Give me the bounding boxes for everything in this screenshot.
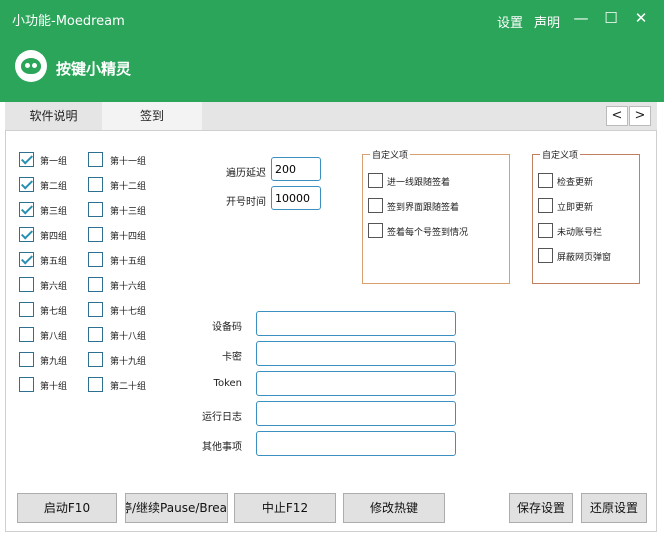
group-checkbox[interactable]: [88, 277, 103, 292]
group-checkbox[interactable]: [19, 327, 34, 342]
group-checkbox[interactable]: [19, 277, 34, 292]
group-checkbox-label: 第七组: [40, 307, 68, 317]
group-checkbox[interactable]: [19, 202, 34, 217]
option-checkbox-label: 未动账号栏: [557, 228, 603, 238]
group-checkbox-label: 第八组: [40, 332, 68, 342]
group-checkbox[interactable]: [19, 352, 34, 367]
option-checkbox-label: 签到界面跟随签着: [387, 203, 460, 213]
group-checkbox-label: 第十五组: [110, 257, 147, 267]
group-checkbox[interactable]: [88, 302, 103, 317]
field-label: 运行日志: [202, 412, 242, 423]
option-checkbox-label: 屏蔽网页弹窗: [557, 253, 612, 263]
option-checkbox[interactable]: [538, 248, 553, 263]
group-checkbox[interactable]: [19, 227, 34, 242]
option-checkbox[interactable]: [538, 223, 553, 238]
option-checkbox[interactable]: [368, 223, 383, 238]
group-checkbox-label: 第十七组: [110, 307, 147, 317]
group-checkbox-label: 第十一组: [110, 157, 147, 167]
group-checkbox-label: 第三组: [40, 207, 68, 217]
group-checkbox[interactable]: [88, 152, 103, 167]
group-checkbox-label: 第十六组: [110, 282, 147, 292]
group-checkbox-label: 第十三组: [110, 207, 147, 217]
group-checkbox[interactable]: [88, 227, 103, 242]
option-checkbox[interactable]: [538, 198, 553, 213]
field-input[interactable]: [256, 371, 456, 396]
group-checkbox[interactable]: [19, 177, 34, 192]
tab-signin[interactable]: 签到: [102, 102, 202, 130]
logo-eye-right: [32, 63, 37, 68]
tab-next-button[interactable]: >: [629, 106, 651, 126]
field-input[interactable]: [256, 311, 456, 336]
group-checkbox[interactable]: [88, 352, 103, 367]
group-checkbox[interactable]: [88, 202, 103, 217]
open-time-input[interactable]: [271, 186, 321, 210]
field-input[interactable]: [256, 341, 456, 366]
tab-software-info[interactable]: 软件说明: [5, 102, 102, 130]
restore-settings-button[interactable]: 还原设置: [581, 493, 647, 523]
delay-label: 遍历延迟: [226, 168, 266, 179]
group-checkbox-label: 第五组: [40, 257, 68, 267]
option-checkbox[interactable]: [368, 173, 383, 188]
group-checkbox[interactable]: [88, 252, 103, 267]
group-checkbox-label: 第十组: [40, 382, 68, 392]
option-checkbox-label: 检查更新: [557, 178, 594, 188]
field-label: 其他事项: [202, 442, 242, 453]
field-input[interactable]: [256, 401, 456, 426]
field-label: Token: [213, 378, 242, 389]
group-checkbox[interactable]: [19, 152, 34, 167]
stop-button[interactable]: 中止F12: [234, 493, 336, 523]
group-checkbox-label: 第九组: [40, 357, 68, 367]
group-checkbox[interactable]: [19, 377, 34, 392]
start-button[interactable]: 启动F10: [17, 493, 117, 523]
group-checkbox[interactable]: [88, 177, 103, 192]
logo-face: [21, 58, 41, 74]
minimize-icon[interactable]: —: [570, 9, 592, 27]
group-checkbox-label: 第十四组: [110, 232, 147, 242]
logo-eye-left: [25, 63, 30, 68]
tab-prev-button[interactable]: <: [606, 106, 628, 126]
pause-resume-button[interactable]: 暂停/继续Pause/Break: [125, 493, 228, 523]
group-checkbox-label: 第十二组: [110, 182, 147, 192]
option-checkbox-label: 立即更新: [557, 203, 594, 213]
group-checkbox[interactable]: [19, 252, 34, 267]
group-checkbox-label: 第二组: [40, 182, 68, 192]
group-checkbox[interactable]: [88, 327, 103, 342]
group-checkbox-label: 第十九组: [110, 357, 147, 367]
save-settings-button[interactable]: 保存设置: [509, 493, 573, 523]
option-checkbox[interactable]: [538, 173, 553, 188]
delay-input[interactable]: [271, 157, 321, 181]
group-checkbox[interactable]: [88, 377, 103, 392]
open-time-label: 开号时间: [226, 197, 266, 208]
custom-options-group-2-title: 自定义项: [540, 148, 581, 161]
field-label: 设备码: [212, 322, 242, 333]
brand-name: 按键小精灵: [56, 60, 132, 78]
option-checkbox-label: 签着每个号签到情况: [387, 228, 469, 238]
close-icon[interactable]: ✕: [630, 9, 652, 27]
field-input[interactable]: [256, 431, 456, 456]
group-checkbox-label: 第一组: [40, 157, 68, 167]
statement-menu-link[interactable]: 声明: [534, 12, 560, 31]
group-checkbox-label: 第十八组: [110, 332, 147, 342]
modify-hotkey-button[interactable]: 修改热键: [343, 493, 445, 523]
option-checkbox-label: 进一线跟随签着: [387, 178, 451, 188]
field-label: 卡密: [222, 352, 242, 363]
custom-options-group-1: [362, 154, 510, 284]
group-checkbox-label: 第二十组: [110, 382, 147, 392]
settings-menu-link[interactable]: 设置: [497, 12, 523, 31]
group-checkbox-label: 第六组: [40, 282, 68, 292]
group-checkbox[interactable]: [19, 302, 34, 317]
option-checkbox[interactable]: [368, 198, 383, 213]
maximize-icon[interactable]: ☐: [600, 9, 622, 27]
group-checkbox-label: 第四组: [40, 232, 68, 242]
window-title: 小功能-Moedream: [12, 14, 125, 29]
custom-options-group-1-title: 自定义项: [370, 148, 411, 161]
